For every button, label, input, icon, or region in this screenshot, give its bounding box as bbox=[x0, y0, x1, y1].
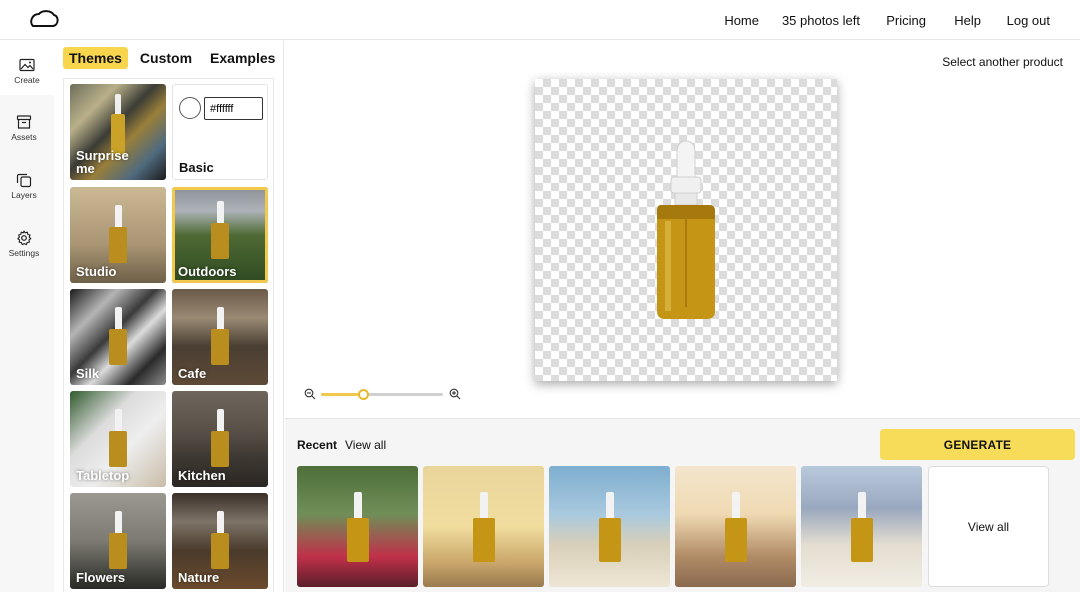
tab-examples[interactable]: Examples bbox=[204, 47, 281, 69]
nav-help-link[interactable]: Help bbox=[954, 13, 981, 28]
nav-pricing-link[interactable]: Pricing bbox=[886, 13, 926, 28]
theme-tabs: Themes Custom Examples bbox=[63, 47, 281, 69]
tab-custom[interactable]: Custom bbox=[134, 47, 198, 69]
generate-button[interactable]: GENERATE bbox=[880, 429, 1075, 460]
recent-thumbnail[interactable] bbox=[297, 466, 418, 587]
theme-tile-basic[interactable]: Basic bbox=[172, 84, 268, 180]
product-image bbox=[657, 140, 715, 319]
nav-photos-left[interactable]: 35 photos left bbox=[782, 13, 860, 28]
theme-tile-silk[interactable]: Silk bbox=[70, 289, 166, 385]
theme-tile-cafe[interactable]: Cafe bbox=[172, 289, 268, 385]
rail-label-layers: Layers bbox=[11, 190, 37, 200]
rail-label-assets: Assets bbox=[11, 132, 37, 142]
theme-panel: Themes Custom Examples Surprise me Basic… bbox=[54, 41, 284, 592]
theme-label: Studio bbox=[76, 264, 117, 279]
recent-thumbnail[interactable] bbox=[549, 466, 670, 587]
theme-tile-nature[interactable]: Nature bbox=[172, 493, 268, 589]
theme-tile-kitchen[interactable]: Kitchen bbox=[172, 391, 268, 487]
theme-label: Nature bbox=[178, 570, 220, 585]
view-all-link[interactable]: View all bbox=[345, 438, 386, 452]
zoom-slider-thumb[interactable] bbox=[358, 389, 370, 400]
archive-icon bbox=[16, 115, 32, 129]
zoom-in-icon[interactable] bbox=[449, 388, 461, 400]
image-icon bbox=[19, 58, 35, 72]
rail-item-settings[interactable]: Settings bbox=[0, 214, 48, 262]
theme-label: Flowers bbox=[76, 570, 126, 585]
rail-item-create[interactable]: Create bbox=[0, 41, 54, 95]
select-product-link[interactable]: Select another product bbox=[942, 55, 1063, 69]
theme-label: Silk bbox=[76, 366, 100, 381]
layers-icon bbox=[16, 173, 32, 188]
theme-grid: Surprise me Basic Studio Outdoors Silk C… bbox=[63, 78, 274, 592]
view-all-card[interactable]: View all bbox=[928, 466, 1049, 587]
theme-label: Tabletop bbox=[76, 468, 130, 483]
left-rail: Create Assets Layers Settings bbox=[0, 41, 54, 592]
rail-item-layers[interactable]: Layers bbox=[0, 156, 48, 204]
zoom-control bbox=[304, 387, 464, 401]
nav-home-link[interactable]: Home bbox=[724, 13, 759, 28]
recent-thumbnail[interactable] bbox=[801, 466, 922, 587]
color-hex-input[interactable] bbox=[204, 97, 263, 120]
product-canvas[interactable] bbox=[535, 79, 837, 381]
rail-label-create: Create bbox=[14, 75, 40, 85]
zoom-slider[interactable] bbox=[321, 389, 443, 400]
theme-tile-flowers[interactable]: Flowers bbox=[70, 493, 166, 589]
tab-themes[interactable]: Themes bbox=[63, 47, 128, 69]
recent-thumbnail[interactable] bbox=[675, 466, 796, 587]
theme-label: Basic bbox=[179, 160, 214, 175]
theme-label: Cafe bbox=[178, 366, 207, 381]
editor-main: Select another product bbox=[285, 41, 1080, 417]
nav-logout-link[interactable]: Log out bbox=[1007, 13, 1050, 28]
recent-panel: Recent View all GENERATE View all bbox=[285, 418, 1080, 592]
theme-label: Outdoors bbox=[178, 264, 237, 279]
theme-tile-tabletop[interactable]: Tabletop bbox=[70, 391, 166, 487]
color-swatch[interactable] bbox=[179, 97, 201, 119]
theme-label: Surprise me bbox=[76, 148, 129, 176]
rail-label-settings: Settings bbox=[8, 248, 40, 258]
theme-tile-surprise-me[interactable]: Surprise me bbox=[70, 84, 166, 180]
theme-tile-outdoors[interactable]: Outdoors bbox=[172, 187, 268, 283]
gear-icon bbox=[17, 230, 32, 246]
zoom-out-icon[interactable] bbox=[304, 388, 316, 400]
theme-label: Kitchen bbox=[178, 468, 226, 483]
top-nav: Home 35 photos left Pricing Help Log out bbox=[0, 0, 1080, 40]
recent-heading: Recent bbox=[297, 438, 338, 452]
rail-item-assets[interactable]: Assets bbox=[0, 98, 48, 146]
top-bar: Home 35 photos left Pricing Help Log out bbox=[0, 0, 1080, 40]
theme-tile-studio[interactable]: Studio bbox=[70, 187, 166, 283]
recent-thumbnail[interactable] bbox=[423, 466, 544, 587]
